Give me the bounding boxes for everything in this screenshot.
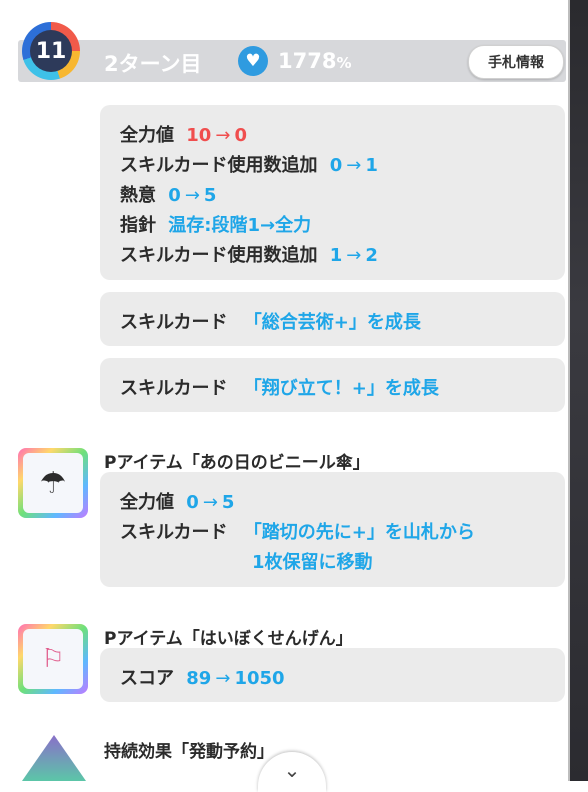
effect-icon [22,735,86,781]
effect-line: 全力値 0 → 5 [120,492,235,513]
item-title: Pアイテム「あの日のビニール傘」 [104,453,370,473]
effect-line: スキルカード使用数追加 1 → 2 [120,245,378,266]
item-title: Pアイテム「はいぼくせんげん」 [104,629,353,649]
hand-info-button[interactable]: 手札情報 [468,45,564,79]
effect-line: スキルカード 「踏切の先に+」を山札から [120,522,475,543]
white-flag-icon[interactable]: ⚐ [18,624,88,694]
effect-line: 熱意 0 → 5 [120,185,217,206]
stamina-value: 1778% [278,49,352,73]
effect-card: スキルカード 「総合芸術+」を成長 [100,292,565,346]
effect-card: 全力値 0 → 5 スキルカード 「踏切の先に+」を山札から 1枚保留に移動 [100,472,565,587]
effect-line: スキルカード 「翔び立て！+」を成長 [120,378,439,399]
effect-line: 1枚保留に移動 [252,552,373,573]
effect-line: 全力値 10 → 0 [120,125,247,146]
stamina-icon: ♥ [238,46,268,76]
effect-card: 全力値 10 → 0 スキルカード使用数追加 0 → 1 熱意 0 → 5 指針 温存:段階… [100,105,565,280]
umbrella-icon: ☂ [23,453,83,513]
effect-line: 指針 温存:段階1→全力 [120,215,312,236]
umbrella-icon[interactable]: ☂ [18,448,88,518]
background-panel [568,0,588,781]
turn-count: 11 [30,30,72,72]
white-flag-icon: ⚐ [23,629,83,689]
effect-line: スキルカード 「総合芸術+」を成長 [120,312,421,333]
effect-line: スキルカード使用数追加 0 → 1 [120,155,378,176]
turn-label: 2ターン目 [104,52,202,76]
effect-line: スコア 89 → 1050 [120,668,285,689]
effect-card: スキルカード 「翔び立て！+」を成長 [100,358,565,412]
effect-card: スコア 89 → 1050 [100,648,565,702]
effect-title: 持続効果「発動予約」 [104,742,274,762]
turn-count-badge: 11 [22,22,80,80]
